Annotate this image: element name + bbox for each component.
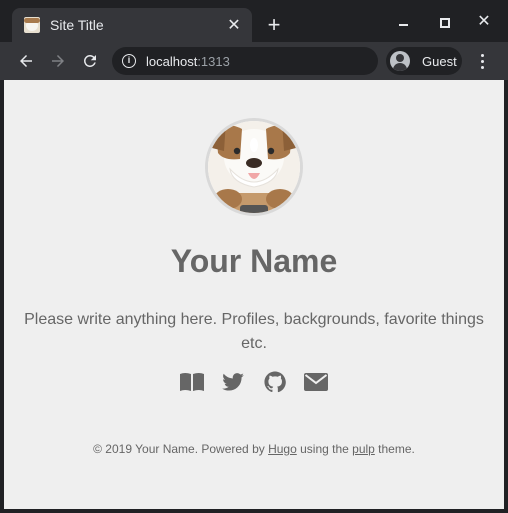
new-tab-button[interactable]: +	[264, 13, 284, 37]
arrow-right-icon	[52, 55, 64, 67]
profile-label: Guest	[422, 53, 457, 69]
url-port: :1313	[197, 53, 230, 69]
hugo-link[interactable]: Hugo	[268, 442, 297, 456]
avatar	[205, 118, 303, 216]
guest-avatar-icon	[390, 51, 410, 71]
reload-button[interactable]	[78, 49, 102, 73]
back-button[interactable]	[14, 49, 38, 73]
profile-name: Your Name	[170, 243, 338, 279]
footer-middle: using the	[296, 442, 353, 456]
tab-title: Site Title	[50, 17, 104, 33]
tab-close-icon[interactable]: ✕	[226, 15, 242, 35]
reload-icon	[83, 54, 96, 67]
footer: © 2019 Your Name. Powered by Hugo using …	[4, 442, 504, 456]
page-content: Your Name Please write anything here. Pr…	[4, 80, 504, 509]
twitter-link[interactable]	[220, 370, 246, 394]
window-close-button[interactable]: ✕	[474, 12, 494, 32]
browser-tab[interactable]: Site Title ✕	[12, 8, 252, 42]
footer-prefix: © 2019 Your Name. Powered by	[93, 442, 269, 456]
book-icon	[180, 373, 204, 391]
github-icon	[264, 371, 286, 393]
book-link[interactable]	[179, 370, 205, 394]
email-link[interactable]	[303, 370, 329, 394]
github-link[interactable]	[262, 370, 288, 394]
social-links	[179, 370, 329, 394]
browser-titlebar: Site Title ✕ + ✕	[0, 0, 508, 42]
pulp-theme-link[interactable]: pulp	[352, 442, 375, 456]
arrow-left-icon	[20, 55, 32, 67]
minimize-button[interactable]	[394, 12, 414, 32]
maximize-button[interactable]	[434, 12, 454, 32]
mail-icon	[303, 373, 328, 391]
forward-button[interactable]	[46, 49, 70, 73]
url-host: localhost	[146, 53, 198, 69]
twitter-icon	[222, 373, 245, 391]
site-info-icon[interactable]: i	[122, 54, 136, 68]
profile-bio: Please write anything here. Profiles, ba…	[24, 311, 484, 352]
browser-toolbar: i localhost:1313 Guest	[0, 42, 508, 80]
address-bar[interactable]: i localhost:1313	[112, 47, 378, 75]
url-text: localhost:1313	[146, 54, 230, 69]
footer-suffix: theme.	[374, 442, 415, 456]
menu-kebab-icon[interactable]	[472, 51, 492, 71]
favicon-icon	[24, 17, 40, 33]
profile-button[interactable]: Guest	[386, 47, 462, 75]
